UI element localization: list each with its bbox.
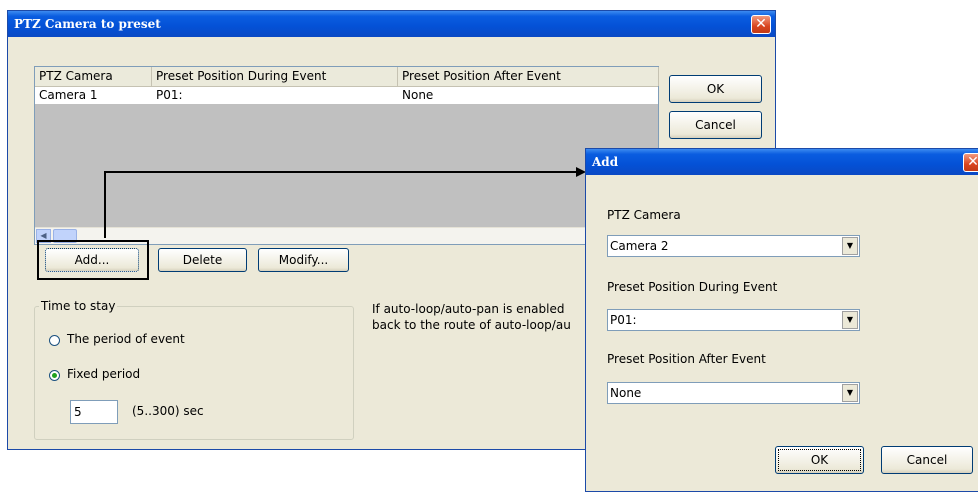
ptz-camera-value: Camera 2 xyxy=(610,239,669,253)
preset-after-select[interactable]: None ▼ xyxy=(607,382,860,404)
dropdown-arrow-icon[interactable]: ▼ xyxy=(842,384,858,402)
preset-after-label: Preset Position After Event xyxy=(607,352,766,366)
ptz-camera-label: PTZ Camera xyxy=(607,208,681,222)
ptz-camera-select[interactable]: Camera 2 ▼ xyxy=(607,235,860,257)
preset-after-value: None xyxy=(610,386,642,400)
add-dialog: Add ✕ PTZ Camera Camera 2 ▼ Preset Posit… xyxy=(585,148,978,492)
add-cancel-button[interactable]: Cancel xyxy=(881,446,973,474)
close-icon[interactable]: ✕ xyxy=(963,153,978,172)
preset-during-select[interactable]: P01: ▼ xyxy=(607,309,860,331)
add-ok-button[interactable]: OK xyxy=(775,446,864,474)
preset-during-value: P01: xyxy=(610,313,637,327)
preset-during-label: Preset Position During Event xyxy=(607,280,778,294)
dropdown-arrow-icon[interactable]: ▼ xyxy=(842,237,858,255)
dropdown-arrow-icon[interactable]: ▼ xyxy=(842,311,858,329)
add-title-bar: Add xyxy=(586,149,978,175)
add-dialog-title: Add xyxy=(592,155,619,169)
